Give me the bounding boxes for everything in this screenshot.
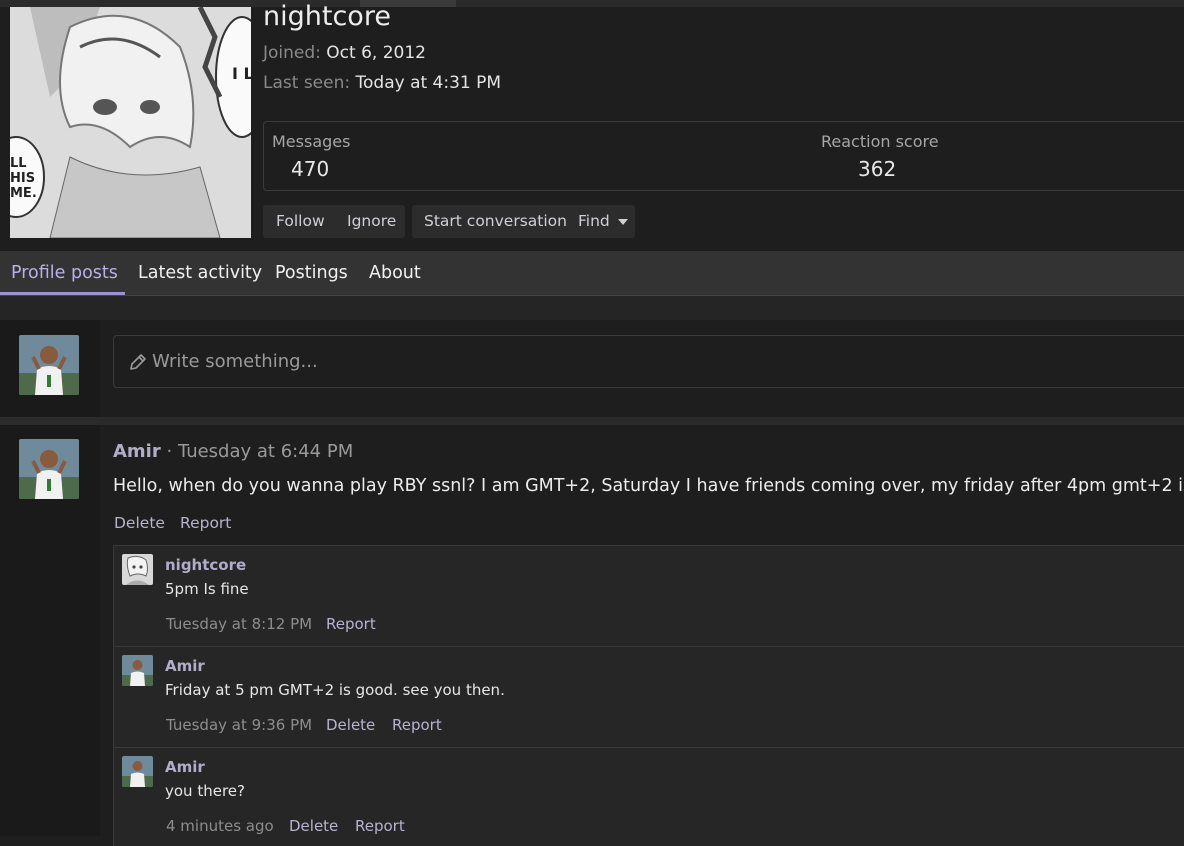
last-seen-label: Last seen:	[263, 73, 351, 93]
joined-row: Joined: Oct 6, 2012	[263, 42, 426, 64]
comment-divider	[114, 747, 1184, 748]
comment-report-link[interactable]: Report	[392, 716, 442, 734]
amir-avatar-icon	[122, 655, 153, 686]
current-user-avatar[interactable]	[19, 335, 79, 395]
joined-value: Oct 6, 2012	[326, 43, 426, 63]
comment-delete-link[interactable]: Delete	[326, 716, 375, 734]
comment-text: you there?	[165, 782, 245, 800]
find-button[interactable]: Find	[578, 205, 628, 238]
svg-text:HIS: HIS	[10, 171, 35, 186]
reaction-score-label: Reaction score	[821, 132, 939, 151]
reaction-score-value[interactable]: 362	[858, 157, 896, 181]
amir-avatar-icon	[19, 439, 79, 499]
post-time[interactable]: Tuesday at 6:44 PM	[178, 441, 353, 462]
comment-report-link[interactable]: Report	[355, 817, 405, 835]
start-conversation-button[interactable]: Start conversation	[424, 205, 567, 238]
post-report-link[interactable]: Report	[180, 514, 231, 532]
messages-label: Messages	[272, 132, 351, 151]
comment-time[interactable]: Tuesday at 8:12 PM	[166, 615, 312, 633]
section-divider	[0, 417, 1184, 425]
tab-about[interactable]: About	[369, 251, 421, 295]
pencil-icon	[130, 354, 146, 370]
post-separator: ·	[166, 441, 173, 462]
follow-ignore-group: Follow Ignore	[263, 205, 405, 238]
profile-tabs: Profile posts Latest activity Postings A…	[0, 251, 1184, 296]
comment-avatar[interactable]	[122, 756, 153, 787]
comment-text: Friday at 5 pm GMT+2 is good. see you th…	[165, 681, 505, 699]
section-gap	[0, 296, 1184, 320]
composer-placeholder: Write something...	[152, 351, 318, 372]
tab-postings[interactable]: Postings	[275, 251, 348, 295]
comment-time[interactable]: Tuesday at 9:36 PM	[166, 716, 312, 734]
comment-report-link[interactable]: Report	[326, 615, 376, 633]
comments-list: nightcore 5pm Is fine Tuesday at 8:12 PM…	[113, 545, 1184, 846]
caret-down-icon	[617, 218, 628, 225]
last-seen-row: Last seen: Today at 4:31 PM	[263, 72, 501, 94]
comment-author[interactable]: Amir	[165, 758, 205, 776]
comment-time[interactable]: 4 minutes ago	[166, 817, 274, 835]
tab-profile-posts[interactable]: Profile posts	[11, 251, 118, 295]
profile-username: nightcore	[263, 1, 391, 32]
top-strip	[0, 0, 1184, 7]
comment-author[interactable]: nightcore	[165, 556, 246, 574]
ignore-button[interactable]: Ignore	[347, 205, 396, 238]
comment-avatar[interactable]	[122, 554, 153, 585]
profile-stats: Messages 470 Reaction score 362	[263, 121, 1184, 191]
comment-author[interactable]: Amir	[165, 657, 205, 675]
write-something-box[interactable]: Write something...	[113, 335, 1184, 388]
comment-text: 5pm Is fine	[165, 580, 249, 598]
find-label: Find	[578, 212, 610, 230]
manga-avatar-icon: I LO LL HIS ME.	[10, 7, 251, 238]
post-body: Hello, when do you wanna play RBY ssnl? …	[113, 476, 1184, 496]
svg-text:LL: LL	[10, 156, 27, 171]
amir-avatar-icon	[19, 335, 79, 395]
post-author[interactable]: Amir	[113, 441, 161, 462]
post-author-avatar[interactable]	[19, 439, 79, 499]
svg-text:I LO: I LO	[232, 64, 251, 83]
comment-avatar[interactable]	[122, 655, 153, 686]
joined-label: Joined:	[263, 43, 321, 63]
amir-avatar-icon	[122, 756, 153, 787]
comment-divider	[114, 646, 1184, 647]
manga-avatar-icon	[122, 554, 153, 585]
last-seen-value: Today at 4:31 PM	[355, 73, 502, 93]
conversation-find-group: Start conversation Find	[412, 205, 635, 238]
svg-text:ME.: ME.	[10, 186, 37, 201]
messages-value[interactable]: 470	[291, 157, 329, 181]
tab-latest-activity[interactable]: Latest activity	[138, 251, 262, 295]
post-header: Amir · Tuesday at 6:44 PM	[113, 441, 353, 462]
active-tab-indicator	[0, 292, 125, 295]
profile-avatar[interactable]: I LO LL HIS ME.	[10, 7, 251, 238]
comment-delete-link[interactable]: Delete	[289, 817, 338, 835]
post-delete-link[interactable]: Delete	[114, 514, 165, 532]
follow-button[interactable]: Follow	[276, 205, 325, 238]
